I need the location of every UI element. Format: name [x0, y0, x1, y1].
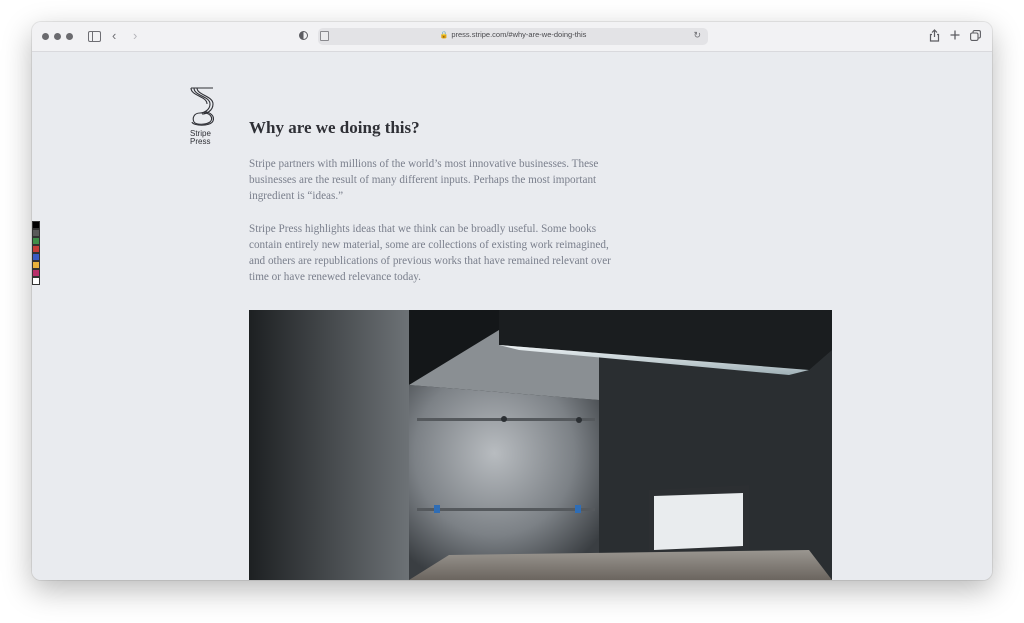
share-icon[interactable]	[929, 29, 940, 42]
forward-arrow-icon[interactable]: ›	[133, 29, 137, 43]
color-swatch-6[interactable]	[32, 261, 40, 269]
logo-wordmark[interactable]: Stripe Press	[190, 130, 220, 146]
color-swatch-8[interactable]	[32, 277, 40, 285]
zoom-dot[interactable]	[66, 33, 73, 40]
paragraph-1: Stripe partners with millions of the wor…	[249, 158, 599, 202]
privacy-shield-icon[interactable]	[299, 31, 308, 40]
color-swatch-4[interactable]	[32, 245, 40, 253]
hero-photo	[249, 310, 832, 580]
lock-icon: 🔒	[439, 32, 449, 39]
color-swatch-7[interactable]	[32, 269, 40, 277]
color-swatch-5[interactable]	[32, 253, 40, 261]
minimize-dot[interactable]	[54, 33, 61, 40]
back-arrow-icon[interactable]: ‹	[112, 29, 116, 43]
address-bar[interactable]: 🔒 press.stripe.com/#why-are-we-doing-this…	[318, 28, 708, 45]
tab-overview-icon[interactable]	[970, 30, 981, 41]
close-dot[interactable]	[42, 33, 49, 40]
new-tab-icon[interactable]	[950, 30, 960, 40]
section-heading: Why are we doing this?	[249, 118, 420, 137]
url-text[interactable]: press.stripe.com/#why-are-we-doing-this	[451, 30, 586, 39]
color-swatch-2[interactable]	[32, 229, 40, 237]
color-swatch-1[interactable]	[32, 221, 40, 229]
color-swatch-3[interactable]	[32, 237, 40, 245]
window-controls[interactable]	[42, 33, 73, 40]
paragraph-2: Stripe Press highlights ideas that we th…	[249, 223, 611, 283]
browser-window: ‹ › 🔒 press.stripe.com/#why-are-we-doing-…	[32, 22, 992, 580]
stripe-press-logo-icon[interactable]	[190, 86, 216, 126]
page-content: Stripe Press Why are we doing this? Stri…	[32, 52, 992, 580]
photo-illustration	[249, 310, 832, 580]
reader-icon[interactable]	[320, 31, 329, 41]
logo-line-2: Press	[190, 137, 211, 146]
sidebar-icon[interactable]	[88, 31, 101, 42]
browser-toolbar: ‹ › 🔒 press.stripe.com/#why-are-we-doing-…	[32, 22, 992, 52]
reload-icon[interactable]: ↻	[693, 30, 701, 41]
color-swatch-strip[interactable]	[32, 221, 41, 285]
